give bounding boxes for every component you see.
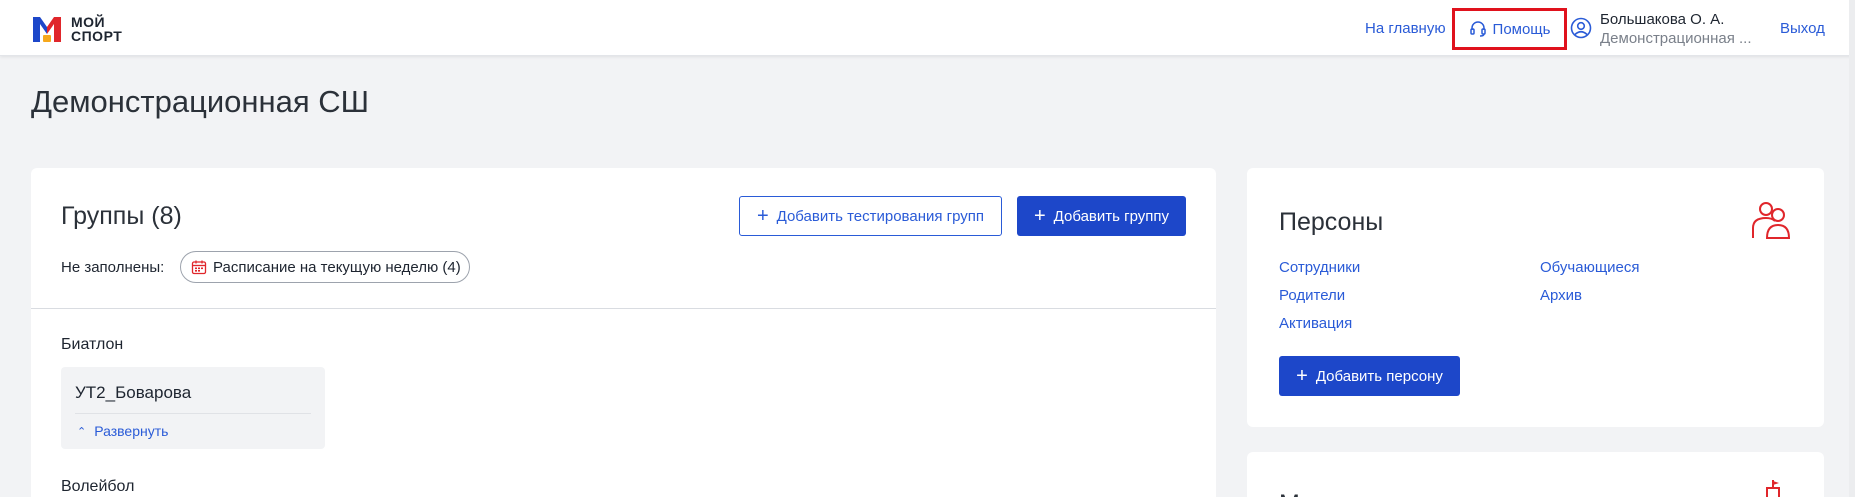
- group-name: УТ2_Боварова: [75, 383, 192, 402]
- persons-card: Персоны Сотрудники Обучающиеся Родители …: [1247, 168, 1824, 427]
- sport-name: Биатлон: [61, 336, 124, 353]
- schedule-chip-label: Расписание на текущую неделю (4): [213, 258, 461, 276]
- nav-home-link[interactable]: На главную: [1365, 20, 1446, 37]
- add-person-button[interactable]: + Добавить персону: [1279, 356, 1460, 396]
- plus-icon: +: [756, 205, 769, 227]
- groups-card: Группы (8) + Добавить тестирования групп…: [31, 168, 1216, 497]
- expand-label: Развернуть: [94, 423, 169, 439]
- headset-icon: [1469, 21, 1486, 37]
- persons-link-parents[interactable]: Родители: [1279, 287, 1345, 304]
- user-organization: Демонстрационная ...: [1600, 30, 1752, 47]
- secondary-card-title: М: [1279, 490, 1300, 497]
- divider: [31, 308, 1216, 309]
- building-icon: [1766, 480, 1780, 497]
- calendar-icon: [191, 260, 207, 275]
- logo-line-2: СПОРТ: [71, 28, 123, 44]
- add-person-label: Добавить персону: [1315, 367, 1443, 385]
- logout-link[interactable]: Выход: [1780, 20, 1825, 37]
- user-name: Большакова О. А.: [1600, 11, 1725, 28]
- plus-icon: +: [1296, 365, 1308, 387]
- secondary-card: М: [1247, 452, 1824, 497]
- logo[interactable]: МОЙ СПОРТ: [31, 14, 122, 44]
- add-group-button[interactable]: + Добавить группу: [1017, 196, 1186, 236]
- page-title: Демонстрационная СШ: [31, 84, 370, 119]
- persons-title: Персоны: [1279, 208, 1384, 236]
- top-header: МОЙ СПОРТ На главную Помощь Большакова О…: [0, 0, 1855, 56]
- add-group-testing-label: Добавить тестирования групп: [776, 207, 985, 225]
- expand-button[interactable]: ⌃ Развернуть: [77, 423, 168, 439]
- persons-link-activation[interactable]: Активация: [1279, 315, 1352, 332]
- sport-name: Волейбол: [61, 478, 135, 495]
- groups-title: Группы (8): [61, 202, 182, 230]
- divider: [75, 413, 311, 414]
- help-link[interactable]: Помощь: [1452, 8, 1567, 50]
- logo-text: МОЙ СПОРТ: [71, 15, 122, 43]
- group-tile[interactable]: УТ2_Боварова ⌃ Развернуть: [61, 367, 325, 449]
- add-group-testing-button[interactable]: + Добавить тестирования групп: [739, 196, 1002, 236]
- schedule-chip[interactable]: Расписание на текущую неделю (4): [180, 251, 470, 283]
- add-group-label: Добавить группу: [1053, 207, 1170, 225]
- unfilled-label: Не заполнены:: [61, 259, 165, 276]
- user-circle-icon: [1570, 17, 1592, 39]
- user-menu[interactable]: Большакова О. А. Демонстрационная ...: [1570, 11, 1752, 49]
- persons-link-staff[interactable]: Сотрудники: [1279, 259, 1360, 276]
- persons-link-students[interactable]: Обучающиеся: [1540, 259, 1640, 276]
- logo-mark-icon: [33, 17, 61, 42]
- persons-icon: [1752, 202, 1791, 239]
- chevron-up-icon: ⌃: [77, 425, 87, 438]
- plus-icon: +: [1033, 205, 1046, 227]
- logo-line-1: МОЙ: [71, 14, 106, 30]
- persons-link-archive[interactable]: Архив: [1540, 287, 1582, 304]
- scrollbar[interactable]: [1849, 0, 1855, 497]
- help-label: Помощь: [1492, 20, 1551, 38]
